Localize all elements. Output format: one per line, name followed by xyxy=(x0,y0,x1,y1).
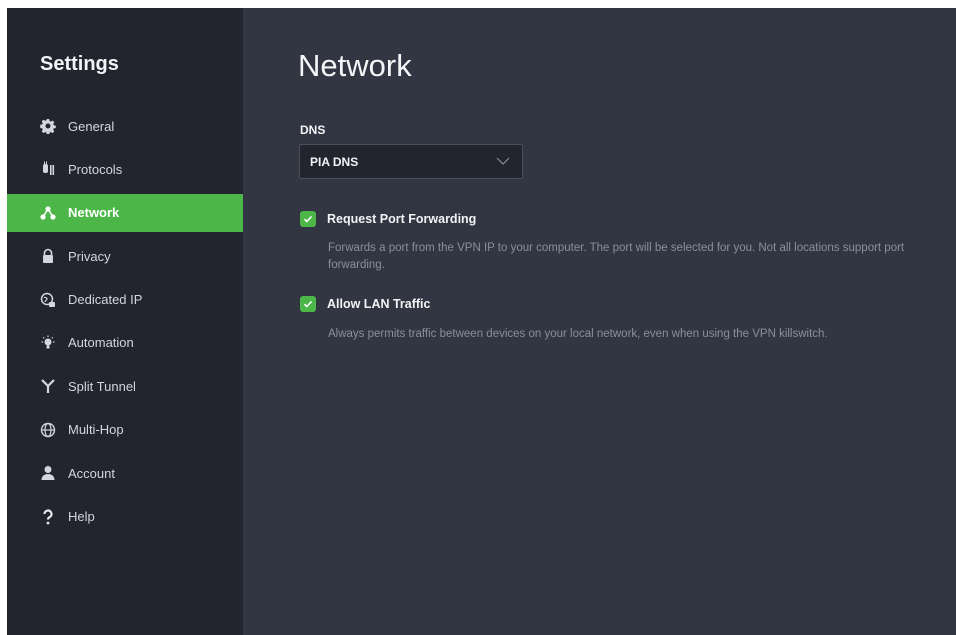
sidebar-item-label: Dedicated IP xyxy=(68,292,143,308)
protocols-icon xyxy=(40,161,56,177)
gear-icon xyxy=(40,118,56,134)
person-icon xyxy=(40,465,56,481)
dns-dropdown[interactable]: PIA DNS xyxy=(299,144,523,179)
sidebar-nav: General Protocols Network Privacy Dedica… xyxy=(7,107,243,541)
sidebar-item-label: Multi-Hop xyxy=(68,422,124,438)
lan-traffic-label[interactable]: Allow LAN Traffic xyxy=(327,297,430,311)
chevron-down-icon xyxy=(496,157,510,165)
sidebar-item-general[interactable]: General xyxy=(7,107,243,145)
sidebar-item-privacy[interactable]: Privacy xyxy=(7,237,243,275)
main-panel: Network DNS PIA DNS Request Port Forward… xyxy=(243,8,956,635)
lan-traffic-description: Always permits traffic between devices o… xyxy=(328,328,828,340)
question-icon xyxy=(40,508,56,525)
sidebar-item-dedicated-ip[interactable]: Dedicated IP xyxy=(7,281,243,319)
checkmark-icon xyxy=(303,300,313,308)
sidebar-item-split-tunnel[interactable]: Split Tunnel xyxy=(7,367,243,405)
sidebar-item-label: Protocols xyxy=(68,161,123,177)
port-forwarding-option: Request Port Forwarding xyxy=(300,211,476,227)
port-forwarding-checkbox[interactable] xyxy=(300,211,316,227)
sidebar-item-label: Network xyxy=(68,205,120,221)
sidebar-item-multi-hop[interactable]: Multi-Hop xyxy=(7,411,243,449)
sidebar: Settings General Protocols Network Priva… xyxy=(7,8,243,635)
sidebar-title: Settings xyxy=(40,53,119,75)
lock-icon xyxy=(40,248,56,264)
sidebar-item-help[interactable]: Help xyxy=(7,498,243,536)
sidebar-item-label: Split Tunnel xyxy=(68,378,136,394)
lightbulb-icon xyxy=(40,335,56,351)
sidebar-item-network[interactable]: Network xyxy=(7,193,243,232)
sidebar-item-automation[interactable]: Automation xyxy=(7,324,243,362)
sidebar-item-protocols[interactable]: Protocols xyxy=(7,150,243,188)
port-forwarding-label[interactable]: Request Port Forwarding xyxy=(327,212,476,226)
dns-selected-value: PIA DNS xyxy=(310,154,359,169)
sidebar-item-label: General xyxy=(68,118,115,134)
sidebar-item-label: Privacy xyxy=(68,248,111,264)
dedicated-ip-icon xyxy=(40,292,56,308)
network-icon xyxy=(40,205,56,221)
sidebar-item-label: Help xyxy=(68,509,95,525)
lan-traffic-option: Allow LAN Traffic xyxy=(300,296,430,312)
lan-traffic-checkbox[interactable] xyxy=(300,296,316,312)
settings-window: Settings General Protocols Network Priva… xyxy=(7,8,956,635)
sidebar-item-label: Automation xyxy=(68,335,134,351)
split-tunnel-icon xyxy=(40,378,56,394)
checkmark-icon xyxy=(303,215,313,223)
page-title: Network xyxy=(298,48,412,83)
port-forwarding-description: Forwards a port from the VPN IP to your … xyxy=(328,242,905,271)
globe-icon xyxy=(40,422,56,438)
dns-label: DNS xyxy=(300,123,326,137)
sidebar-item-label: Account xyxy=(68,465,115,481)
sidebar-item-account[interactable]: Account xyxy=(7,454,243,492)
